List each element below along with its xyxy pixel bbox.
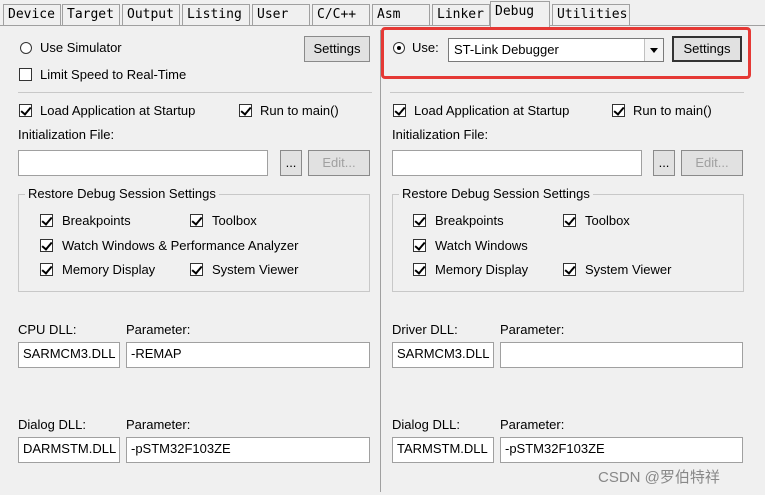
right-dialog-dll-label: Dialog DLL:: [392, 417, 460, 432]
panel-divider: [380, 30, 381, 492]
left-run-main-label: Run to main(): [260, 103, 339, 118]
debugger-settings-button[interactable]: Settings: [672, 36, 742, 62]
tab-bar: Device Target Output Listing User C/C++ …: [0, 0, 765, 27]
right-run-main-label: Run to main(): [633, 103, 712, 118]
use-simulator-radio[interactable]: [20, 42, 32, 54]
right-toolbox-label: Toolbox: [585, 213, 630, 228]
left-run-main-checkbox[interactable]: [239, 104, 252, 117]
driver-param-input[interactable]: [500, 342, 743, 368]
left-system-viewer-label: System Viewer: [212, 262, 299, 277]
left-toolbox-checkbox[interactable]: [190, 214, 203, 227]
tab-debug[interactable]: Debug: [490, 1, 550, 27]
left-breakpoints-checkbox[interactable]: [40, 214, 53, 227]
left-watch-checkbox[interactable]: [40, 239, 53, 252]
right-breakpoints-label: Breakpoints: [435, 213, 504, 228]
left-memory-checkbox[interactable]: [40, 263, 53, 276]
left-watch-label: Watch Windows & Performance Analyzer: [62, 238, 299, 253]
cpu-dll-input[interactable]: SARMCM3.DLL: [18, 342, 120, 368]
right-memory-label: Memory Display: [435, 262, 529, 277]
chevron-down-icon[interactable]: [644, 39, 663, 61]
left-restore-title: Restore Debug Session Settings: [25, 186, 219, 201]
tab-user[interactable]: User: [252, 4, 310, 25]
right-init-file-label: Initialization File:: [392, 127, 489, 142]
left-breakpoints-label: Breakpoints: [62, 213, 131, 228]
right-system-viewer-checkbox[interactable]: [563, 263, 576, 276]
right-toolbox-checkbox[interactable]: [563, 214, 576, 227]
right-restore-title: Restore Debug Session Settings: [399, 186, 593, 201]
right-dialog-param-input[interactable]: -pSTM32F103ZE: [500, 437, 743, 463]
use-debugger-label: Use:: [412, 40, 439, 55]
right-watch-checkbox[interactable]: [413, 239, 426, 252]
right-init-file-input[interactable]: [392, 150, 642, 176]
left-load-app-label: Load Application at Startup: [40, 103, 196, 118]
left-system-viewer-checkbox[interactable]: [190, 263, 203, 276]
left-edit-button[interactable]: Edit...: [308, 150, 370, 176]
right-edit-button[interactable]: Edit...: [681, 150, 743, 176]
driver-dll-input[interactable]: SARMCM3.DLL: [392, 342, 494, 368]
right-watch-label: Watch Windows: [435, 238, 528, 253]
tab-output[interactable]: Output: [122, 4, 180, 25]
csdn-watermark: CSDN @罗伯特祥: [598, 469, 720, 486]
left-init-file-label: Initialization File:: [18, 127, 115, 142]
right-dialog-param-label: Parameter:: [500, 417, 565, 432]
tab-device[interactable]: Device: [3, 4, 61, 25]
left-separator: [18, 92, 372, 93]
left-toolbox-label: Toolbox: [212, 213, 257, 228]
left-dialog-param-label: Parameter:: [126, 417, 191, 432]
limit-speed-label: Limit Speed to Real-Time: [40, 67, 187, 82]
left-load-app-checkbox[interactable]: [19, 104, 32, 117]
right-dialog-dll-input[interactable]: TARMSTM.DLL: [392, 437, 494, 463]
debugger-select[interactable]: ST-Link Debugger: [448, 38, 664, 62]
limit-speed-checkbox[interactable]: [19, 68, 32, 81]
cpu-param-input[interactable]: -REMAP: [126, 342, 370, 368]
left-memory-label: Memory Display: [62, 262, 156, 277]
left-init-file-input[interactable]: [18, 150, 268, 176]
left-dialog-dll-label: Dialog DLL:: [18, 417, 86, 432]
tab-target[interactable]: Target: [62, 4, 120, 25]
right-breakpoints-checkbox[interactable]: [413, 214, 426, 227]
right-system-viewer-label: System Viewer: [585, 262, 672, 277]
right-memory-checkbox[interactable]: [413, 263, 426, 276]
cpu-param-label: Parameter:: [126, 322, 191, 337]
tab-utilities[interactable]: Utilities: [552, 4, 630, 25]
tab-asm[interactable]: Asm: [372, 4, 430, 25]
left-browse-button[interactable]: ...: [280, 150, 302, 176]
simulator-settings-button[interactable]: Settings: [304, 36, 370, 62]
right-separator: [390, 92, 744, 93]
cpu-dll-label: CPU DLL:: [18, 322, 77, 337]
driver-param-label: Parameter:: [500, 322, 565, 337]
left-dialog-dll-input[interactable]: DARMSTM.DLL: [18, 437, 120, 463]
right-run-main-checkbox[interactable]: [612, 104, 625, 117]
right-load-app-label: Load Application at Startup: [414, 103, 570, 118]
tab-baseline: [0, 25, 765, 26]
driver-dll-label: Driver DLL:: [392, 322, 458, 337]
use-debugger-radio[interactable]: [393, 42, 405, 54]
tab-listing[interactable]: Listing: [182, 4, 250, 25]
right-browse-button[interactable]: ...: [653, 150, 675, 176]
left-dialog-param-input[interactable]: -pSTM32F103ZE: [126, 437, 370, 463]
debugger-select-value: ST-Link Debugger: [454, 42, 559, 57]
right-load-app-checkbox[interactable]: [393, 104, 406, 117]
tab-c-cpp[interactable]: C/C++: [312, 4, 370, 25]
tab-linker[interactable]: Linker: [432, 4, 490, 25]
use-simulator-label: Use Simulator: [40, 40, 122, 55]
